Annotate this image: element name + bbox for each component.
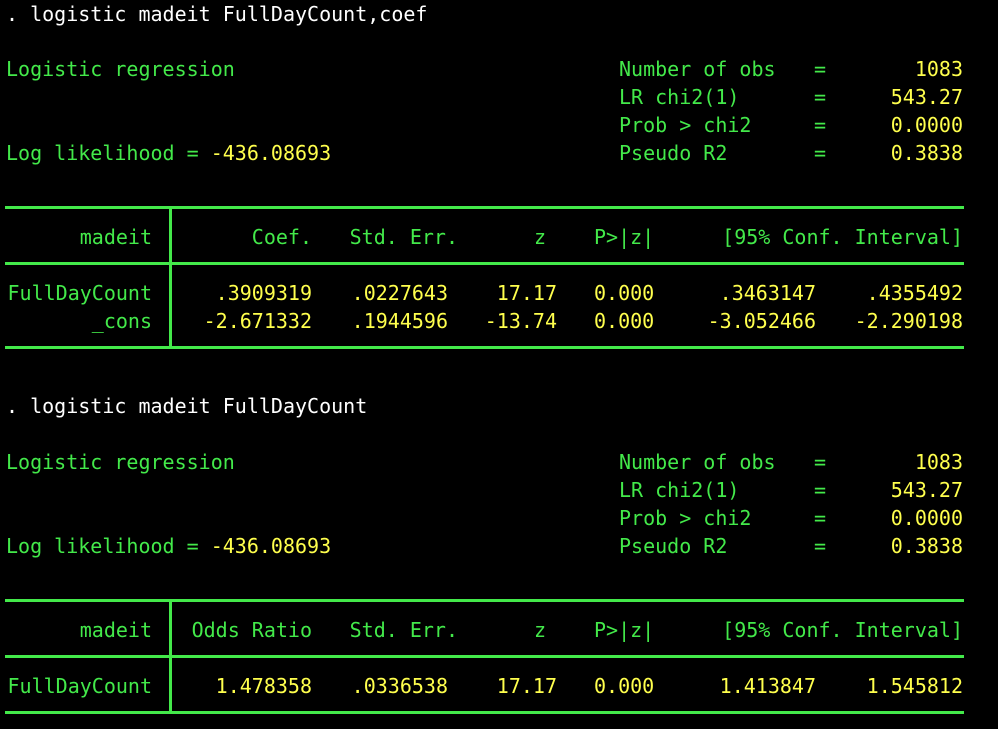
header-z: z — [533, 225, 546, 249]
stat-eq: = — [814, 450, 827, 474]
command-line: . logistic madeit FullDayCount — [6, 394, 368, 418]
row-z: 17.17 — [496, 674, 557, 698]
stat-label-pseudor2: Pseudo R2 — [619, 141, 728, 165]
loglik-label-text: Log likelihood = — [6, 534, 211, 558]
row-stderr: .0227643 — [351, 281, 448, 305]
row-varname: FullDayCount — [7, 674, 153, 698]
stat-label-nobs: Number of obs — [619, 450, 776, 474]
row-ci-low: 1.413847 — [719, 674, 816, 698]
loglik-label-text: Log likelihood = — [6, 141, 211, 165]
row-ci-high: .4355492 — [866, 281, 963, 305]
stat-value-pseudor2: 0.3838 — [890, 534, 963, 558]
loglik-label: Log likelihood = -436.08693 — [6, 139, 331, 167]
stat-value-prob: 0.0000 — [890, 506, 963, 530]
table-divider — [169, 601, 172, 713]
table-top-rule — [5, 206, 964, 209]
stat-eq: = — [814, 57, 827, 81]
header-pvalue: P>|z| — [594, 618, 655, 642]
table-top-rule — [5, 599, 964, 602]
row-z: 17.17 — [496, 281, 557, 305]
row-ci-high: 1.545812 — [866, 674, 963, 698]
loglik-value: -436.08693 — [210, 534, 332, 558]
table-bottom-rule — [5, 711, 964, 714]
row-pvalue: 0.000 — [594, 674, 655, 698]
table-header-rule — [5, 262, 964, 265]
model-title: Logistic regression — [6, 450, 235, 474]
stat-eq: = — [814, 534, 827, 558]
header-coef: Coef. — [251, 225, 312, 249]
row-pvalue: 0.000 — [594, 281, 655, 305]
header-odds-ratio: Odds Ratio — [191, 618, 312, 642]
header-z: z — [533, 618, 546, 642]
loglik-value: -436.08693 — [210, 141, 332, 165]
stat-label-lrchi2: LR chi2(1) — [619, 478, 740, 502]
header-stderr: Std. Err. — [349, 618, 458, 642]
row-ci-low: .3463147 — [719, 281, 816, 305]
header-stderr: Std. Err. — [349, 225, 458, 249]
row-pvalue: 0.000 — [594, 309, 655, 333]
stat-eq: = — [814, 478, 827, 502]
row-coef: .3909319 — [215, 281, 312, 305]
stat-eq: = — [814, 506, 827, 530]
header-confint: [95% Conf. Interval] — [722, 618, 963, 642]
table-divider — [169, 208, 172, 348]
stat-label-nobs: Number of obs — [619, 57, 776, 81]
stat-value-pseudor2: 0.3838 — [890, 141, 963, 165]
header-pvalue: P>|z| — [594, 225, 655, 249]
row-coef: -2.671332 — [203, 309, 312, 333]
stat-value-nobs: 1083 — [914, 450, 963, 474]
row-stderr: .0336538 — [351, 674, 448, 698]
stat-label-lrchi2: LR chi2(1) — [619, 85, 740, 109]
row-ci-high: -2.290198 — [854, 309, 963, 333]
row-varname: _cons — [91, 309, 152, 333]
header-confint: [95% Conf. Interval] — [722, 225, 963, 249]
stat-eq: = — [814, 85, 827, 109]
header-depvar: madeit — [79, 618, 152, 642]
table-bottom-rule — [5, 346, 964, 349]
stat-value-lrchi2: 543.27 — [890, 85, 963, 109]
row-z: -13.74 — [484, 309, 557, 333]
loglik-label: Log likelihood = -436.08693 — [6, 532, 331, 560]
stat-label-prob: Prob > chi2 — [619, 113, 752, 137]
header-depvar: madeit — [79, 225, 152, 249]
stat-eq: = — [814, 141, 827, 165]
command-line: . logistic madeit FullDayCount,coef — [6, 2, 428, 26]
stat-value-lrchi2: 543.27 — [890, 478, 963, 502]
row-varname: FullDayCount — [7, 281, 153, 305]
model-title: Logistic regression — [6, 57, 235, 81]
row-ci-low: -3.052466 — [707, 309, 816, 333]
row-stderr: .1944596 — [351, 309, 448, 333]
table-header-rule — [5, 655, 964, 658]
stat-label-pseudor2: Pseudo R2 — [619, 534, 728, 558]
stat-label-prob: Prob > chi2 — [619, 506, 752, 530]
row-odds-ratio: 1.478358 — [215, 674, 312, 698]
stat-value-nobs: 1083 — [914, 57, 963, 81]
stat-eq: = — [814, 113, 827, 137]
stat-value-prob: 0.0000 — [890, 113, 963, 137]
